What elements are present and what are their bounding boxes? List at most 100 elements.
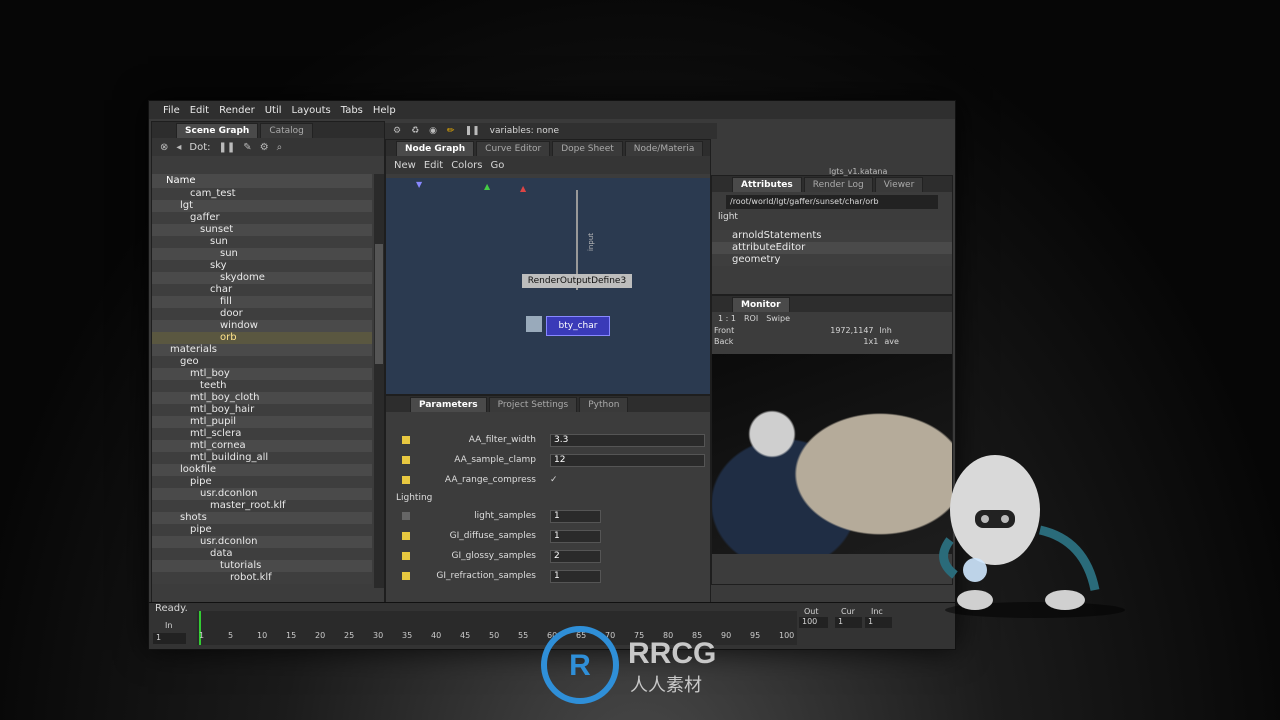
scene-tree-item[interactable]: skydome [152,272,372,284]
scene-tree-item[interactable]: pipe [152,524,372,536]
tab-dope-sheet[interactable]: Dope Sheet [552,141,623,156]
attr-group-geometry[interactable]: geometry [712,254,952,266]
ratio-label[interactable]: 1 : 1 [718,314,736,323]
scene-tree-item[interactable]: mtl_building_all [152,452,372,464]
ng-menu-edit[interactable]: Edit [424,160,443,171]
inc-field[interactable]: 1 [865,617,892,628]
scene-tree-item[interactable]: master_root.klf [152,500,372,512]
scene-tree-item[interactable]: mtl_boy [152,368,372,380]
search-icon[interactable]: ⌕ [277,142,283,153]
out-field[interactable]: 100 [799,617,828,628]
scene-tree-item[interactable]: geo [152,356,372,368]
scene-tree-item[interactable]: orb [152,332,372,344]
menu-help[interactable]: Help [373,105,396,116]
pencil-icon[interactable]: ✏ [447,126,455,136]
ng-menu-new[interactable]: New [394,160,416,171]
tab-parameters[interactable]: Parameters [410,397,487,412]
in-field[interactable]: 1 [153,633,186,644]
scene-tree-item[interactable]: sun [152,248,372,260]
scene-tree-item[interactable]: usr.dconlon [152,488,372,500]
light-section-header[interactable]: light [712,212,952,222]
scene-tree-item[interactable]: lgt [152,200,372,212]
scene-tree-item[interactable]: shots [152,512,372,524]
param-value-field[interactable]: 1 [550,529,601,543]
param-value-field[interactable]: 3.3 [550,433,705,447]
coord-readout: 1972,1147 [830,326,874,335]
tab-render-log[interactable]: Render Log [803,177,873,192]
scene-tree-item[interactable]: door [152,308,372,320]
scene-tree-item[interactable]: teeth [152,380,372,392]
scene-tree-item[interactable]: lookfile [152,464,372,476]
attribute-path-field[interactable]: /root/world/lgt/gaffer/sunset/char/orb [726,195,938,209]
menu-edit[interactable]: Edit [190,105,209,116]
swipe-button[interactable]: Swipe [766,314,790,323]
back-icon[interactable]: ◂ [176,142,181,153]
param-swatch [402,552,410,560]
render-icon[interactable]: ◉ [429,126,437,136]
flag-icon: ▲ [484,182,491,191]
attr-group-arnold[interactable]: arnoldStatements [712,230,952,242]
tab-viewer[interactable]: Viewer [874,177,924,192]
scene-tree-item[interactable]: char [152,284,372,296]
scene-tree-item[interactable]: fill [152,296,372,308]
scene-tree-item[interactable]: robot.klf [152,572,372,584]
gear-icon[interactable]: ⚙ [260,142,269,153]
tab-scene-graph[interactable]: Scene Graph [176,123,259,138]
scene-tree-item[interactable]: sun [152,236,372,248]
param-value-field[interactable]: 2 [550,549,601,563]
node-bty-char[interactable]: bty_char [546,316,610,336]
scene-tree-item[interactable]: tutorials [152,560,372,572]
mode2-dropdown[interactable]: ave [884,337,899,346]
scene-tree-item[interactable]: pipe [152,476,372,488]
scene-tree-item[interactable]: cam_test [152,188,372,200]
scene-tree-item[interactable]: sunset [152,224,372,236]
gear-icon[interactable]: ⚙ [393,126,401,136]
ng-menu-go[interactable]: Go [491,160,505,171]
pause-icon[interactable]: ❚❚ [219,142,236,153]
scene-tree-item[interactable]: usr.dconlon [152,536,372,548]
menu-file[interactable]: File [163,105,180,116]
cancel-icon[interactable]: ⊗ [160,142,168,153]
menu-render[interactable]: Render [219,105,255,116]
scene-tree-item[interactable]: materials [152,344,372,356]
cur-field[interactable]: 1 [835,617,862,628]
scene-tree-item[interactable]: mtl_boy_hair [152,404,372,416]
param-value-field[interactable]: 12 [550,453,705,467]
node-render-output-define[interactable]: RenderOutputDefine3 [522,274,632,288]
logo-emblem-icon: R [541,626,619,704]
brush-icon[interactable]: ✎ [243,142,251,153]
pause-icon[interactable]: ❚❚ [465,126,480,136]
attr-group-attribute-editor[interactable]: attributeEditor [712,242,952,254]
menu-tabs[interactable]: Tabs [341,105,363,116]
tab-curve-editor[interactable]: Curve Editor [476,141,551,156]
param-value-field[interactable]: 1 [550,509,601,523]
param-value-field[interactable]: 1 [550,569,601,583]
scene-tree-item[interactable]: sky [152,260,372,272]
tab-python[interactable]: Python [579,397,629,412]
scene-tree-item[interactable]: gaffer [152,212,372,224]
scene-tree-item[interactable]: mtl_cornea [152,440,372,452]
tab-catalog[interactable]: Catalog [260,123,313,138]
ng-menu-colors[interactable]: Colors [451,160,482,171]
tab-attributes[interactable]: Attributes [732,177,802,192]
scene-tree-item[interactable]: data [152,548,372,560]
scene-tree-item[interactable]: mtl_pupil [152,416,372,428]
scene-tree-item[interactable]: window [152,320,372,332]
menu-layouts[interactable]: Layouts [292,105,331,116]
scene-tree-item[interactable]: mtl_sclera [152,428,372,440]
scene-scrollbar[interactable] [374,174,384,588]
param-checkbox[interactable]: ✓ [550,475,558,485]
roi-button[interactable]: ROI [744,314,758,323]
tab-monitor[interactable]: Monitor [732,297,790,312]
lighting-section-header[interactable]: Lighting [386,490,710,506]
mode1-dropdown[interactable]: lnh [880,326,892,335]
variables-dropdown[interactable]: variables: none [490,126,559,136]
tab-node-graph[interactable]: Node Graph [396,141,475,156]
node-graph-canvas[interactable]: input RenderOutputDefine3 bty_char ▼ ▲ ▲ [386,178,710,394]
scene-tree-item[interactable]: mtl_boy_cloth [152,392,372,404]
tab-project-settings[interactable]: Project Settings [488,397,578,412]
recycle-icon[interactable]: ♻ [411,126,419,136]
menu-util[interactable]: Util [265,105,282,116]
menu-bar: File Edit Render Util Layouts Tabs Help [149,101,955,119]
tab-node-material[interactable]: Node/Materia [624,141,704,156]
